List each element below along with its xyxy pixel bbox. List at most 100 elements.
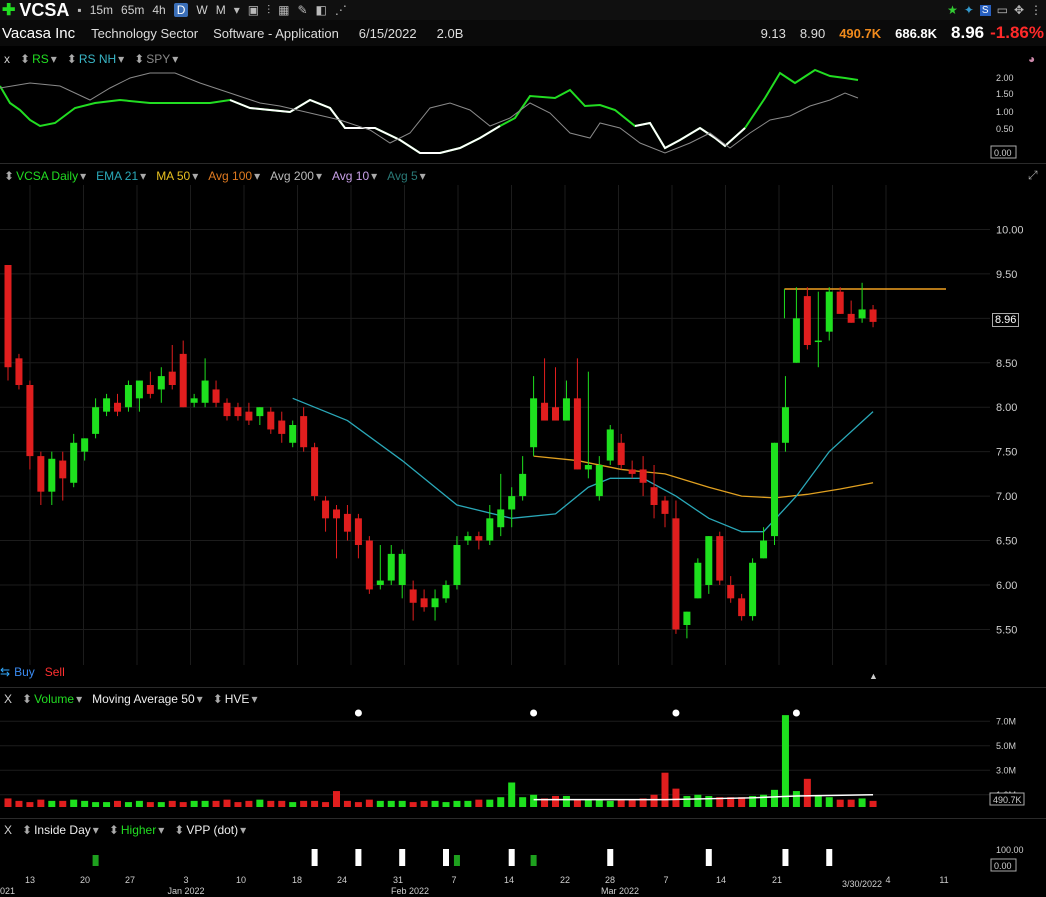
candle-body [683, 611, 691, 625]
layers-icon[interactable]: ◧ [316, 3, 327, 17]
candle-body [552, 407, 559, 421]
x-tick-label: 28 [605, 875, 615, 885]
volume-bar [508, 782, 516, 807]
company-name: Vacasa Inc [2, 24, 76, 42]
volume-bar [431, 800, 439, 807]
volume-bar [595, 799, 603, 807]
candle-body [81, 438, 89, 452]
volume-bar [617, 799, 625, 807]
candle-body [289, 425, 297, 443]
volume-bar [420, 800, 428, 807]
candle-body [124, 385, 132, 408]
candle-body [814, 340, 822, 343]
x-tick-label: 27 [125, 875, 135, 885]
x-month-label: Jan 2022 [167, 886, 204, 896]
cart-icon[interactable]: ⇆ [0, 665, 10, 679]
candle-body [26, 385, 34, 457]
add-icon[interactable]: ✚ [2, 0, 15, 20]
candle-body [387, 553, 395, 581]
x-tick-label: 11 [939, 875, 948, 885]
rs-line-neutral [229, 98, 501, 154]
draw-icon[interactable]: ✎ [297, 3, 307, 17]
candle-body [530, 398, 538, 448]
collapse-arrow-icon[interactable]: ▲ [869, 671, 878, 681]
buy-button[interactable]: Buy [14, 665, 35, 679]
interval-15m[interactable]: 15m [90, 3, 113, 17]
interval-65m[interactable]: 65m [121, 3, 144, 17]
volume-bar [606, 800, 614, 807]
rs-tick-label: 1.50 [996, 89, 1014, 99]
candle-body [738, 598, 746, 617]
candle-body [508, 496, 516, 510]
higher-bar [92, 855, 99, 866]
candle-body [519, 473, 527, 497]
volume-bar [519, 797, 527, 807]
x-tick-label: 22 [560, 875, 570, 885]
volume-bar [365, 799, 373, 807]
candle-body [716, 536, 724, 581]
candle-body [179, 353, 187, 408]
candle-body [168, 371, 176, 385]
inside-day-bar [705, 849, 712, 866]
candle-body [376, 580, 384, 585]
volume-box-label: 490.7K [993, 795, 1022, 805]
candle-body [431, 598, 439, 608]
interval-w[interactable]: W [196, 3, 207, 17]
star-icon[interactable]: ★ [947, 3, 958, 17]
volume-bar [530, 794, 538, 807]
s-icon[interactable]: S [979, 4, 991, 16]
x-tick-label: 31 [393, 875, 403, 885]
industry: Software - Application [213, 25, 339, 41]
change-percent: -1.86% [990, 23, 1044, 42]
volume-bar [584, 799, 592, 807]
volume-bar [475, 799, 483, 807]
candle-body [475, 536, 483, 541]
candle-body [267, 411, 275, 430]
volume-bar [245, 800, 253, 807]
y-tick-label: 5.50 [996, 624, 1017, 636]
volume-bar [814, 795, 822, 807]
candle-body [157, 376, 165, 390]
indicator-chart: 100.00 0.00 13 20 27 3 10 18 24 31 7 14 22 28 7 14 21 4 11… [0, 845, 1024, 896]
volume-bar [146, 802, 154, 807]
interval-4h[interactable]: 4h [152, 3, 165, 17]
settings-grid-icon[interactable]: ▦ [278, 3, 289, 17]
candle-body [48, 458, 56, 492]
candle-body [562, 398, 570, 421]
volume-tick-label: 3.0M [996, 765, 1016, 775]
rs-line-neutral [634, 121, 746, 150]
volume-bar [694, 794, 702, 807]
candle-body [771, 442, 778, 537]
candle-body [869, 309, 877, 322]
date: 6/15/2022 [358, 25, 417, 41]
pin-icon[interactable]: ✦ [964, 3, 974, 17]
candle-body [584, 465, 592, 470]
volume-bar [552, 795, 559, 807]
hve-dot [354, 709, 362, 717]
sell-button[interactable]: Sell [45, 665, 65, 679]
interval-d[interactable]: D [173, 3, 189, 17]
symbol-label[interactable]: VCSA [19, 0, 69, 21]
candle-body [70, 442, 78, 483]
candle-body [354, 518, 362, 545]
inside-day-bar [607, 849, 614, 866]
interval-m[interactable]: M [216, 3, 226, 17]
save-icon[interactable]: ▭ [997, 3, 1008, 17]
camera-icon[interactable]: ▪ [77, 3, 81, 17]
y-tick-label: 7.00 [996, 491, 1017, 503]
candle-body [453, 545, 461, 585]
bars-icon[interactable]: ⫶ [267, 3, 270, 18]
share-icon[interactable]: ⋰ [335, 3, 347, 17]
volume-bar [278, 800, 286, 807]
chevron-down-icon[interactable]: ▾ [234, 3, 240, 17]
move-icon[interactable]: ✥ [1014, 3, 1024, 17]
volume-bar [825, 797, 833, 807]
volume-bar [15, 800, 23, 807]
volume-bar [190, 800, 198, 807]
volume-bar [705, 795, 713, 807]
menu-icon[interactable]: ⋮ [1030, 3, 1042, 17]
volume-bar [48, 800, 56, 807]
hve-dot [672, 709, 680, 717]
toggle-icon[interactable]: ▣ [248, 3, 259, 17]
price-chart: 10.009.509.008.508.007.507.006.506.005.5… [0, 185, 1024, 665]
